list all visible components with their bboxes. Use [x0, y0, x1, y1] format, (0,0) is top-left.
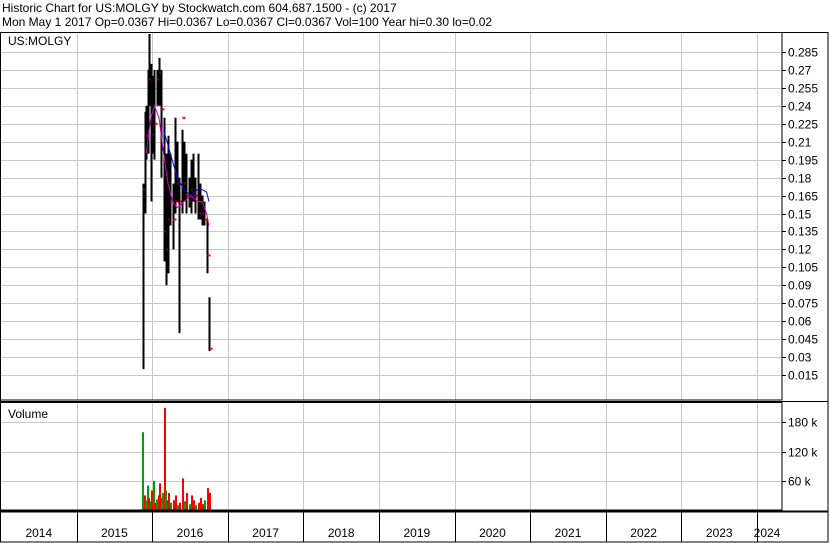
volume-bar [209, 492, 211, 510]
volume-bar [200, 497, 202, 510]
price-y-tick-label: 0.105 [788, 261, 818, 275]
price-y-tick-label: 0.21 [788, 136, 812, 150]
x-tick-label: 2015 [101, 526, 128, 540]
price-y-tick-label: 0.015 [788, 369, 818, 383]
price-y-tick-label: 0.225 [788, 118, 818, 132]
x-tick-label: 2021 [555, 526, 582, 540]
price-marks [142, 34, 213, 370]
price-y-tick-label: 0.045 [788, 333, 818, 347]
volume-bar [165, 490, 167, 510]
volume-bar [207, 488, 209, 510]
x-tick-label: 2018 [328, 526, 355, 540]
volume-bar [204, 500, 206, 510]
volume-bar [195, 505, 197, 510]
volume-bar [142, 432, 144, 510]
x-tick-label: 2020 [479, 526, 506, 540]
volume-bar [202, 504, 204, 510]
volume-bar [145, 500, 147, 510]
price-y-tick-label: 0.255 [788, 82, 818, 96]
x-tick-label: 2014 [25, 526, 52, 540]
price-y-tick-label: 0.15 [788, 208, 812, 222]
price-grid [1, 33, 782, 400]
volume-y-tick-label: 120 k [788, 446, 818, 460]
volume-bar [168, 492, 170, 510]
volume-bar [151, 490, 153, 510]
volume-bar [179, 502, 181, 510]
volume-bar [191, 495, 193, 510]
x-tick-label: 2016 [177, 526, 204, 540]
price-y-tick-label: 0.24 [788, 100, 812, 114]
volume-panel-title: Volume [8, 407, 48, 421]
volume-bar [148, 497, 150, 510]
volume-panel-frame [0, 402, 783, 511]
price-y-tick-label: 0.285 [788, 46, 818, 60]
price-y-tick-label: 0.195 [788, 154, 818, 168]
x-tick-label: 2024 [754, 526, 781, 540]
volume-bar [162, 492, 164, 510]
volume-bar [186, 492, 188, 510]
volume-y-tick-label: 60 k [788, 475, 812, 489]
volume-y-tick-label: 180 k [788, 416, 818, 430]
chart-labels: 2014 2015 2016 2017 2018 2019 2020 2021 2022 2023… [8, 34, 818, 540]
chart-frames [0, 32, 829, 543]
price-y-tick-label: 0.135 [788, 225, 818, 239]
stock-chart: 2014 2015 2016 2017 2018 2019 2020 2021 2022 2023… [0, 32, 829, 543]
volume-bar [156, 499, 158, 510]
x-tick-label: 2019 [403, 526, 430, 540]
price-y-tick-label: 0.03 [788, 351, 812, 365]
volume-bar [189, 504, 191, 510]
volume-bar [170, 502, 172, 510]
volume-bar [173, 500, 175, 510]
x-tick-label: 2023 [706, 526, 733, 540]
volume-bar [159, 483, 161, 510]
x-tick-label: 2017 [252, 526, 279, 540]
price-panel-title: US:MOLGY [8, 34, 71, 48]
outer-frame [0, 32, 829, 543]
volume-grid [1, 403, 782, 510]
volume-bar [177, 505, 179, 510]
volume-bar [154, 502, 156, 510]
price-y-tick-label: 0.12 [788, 243, 812, 257]
price-y-tick-label: 0.18 [788, 172, 812, 186]
price-y-tick-label: 0.27 [788, 64, 812, 78]
volume-bar [175, 495, 177, 510]
price-panel-frame [0, 32, 783, 401]
x-tick-label: 2022 [630, 526, 657, 540]
price-y-tick-label: 0.165 [788, 190, 818, 204]
price-y-tick-label: 0.075 [788, 297, 818, 311]
price-y-tick-label: 0.09 [788, 279, 812, 293]
volume-bar [184, 501, 186, 510]
volume-bar [198, 502, 200, 510]
volume-bar [193, 500, 195, 510]
volume-bar [182, 478, 184, 510]
price-y-tick-label: 0.06 [788, 315, 812, 329]
